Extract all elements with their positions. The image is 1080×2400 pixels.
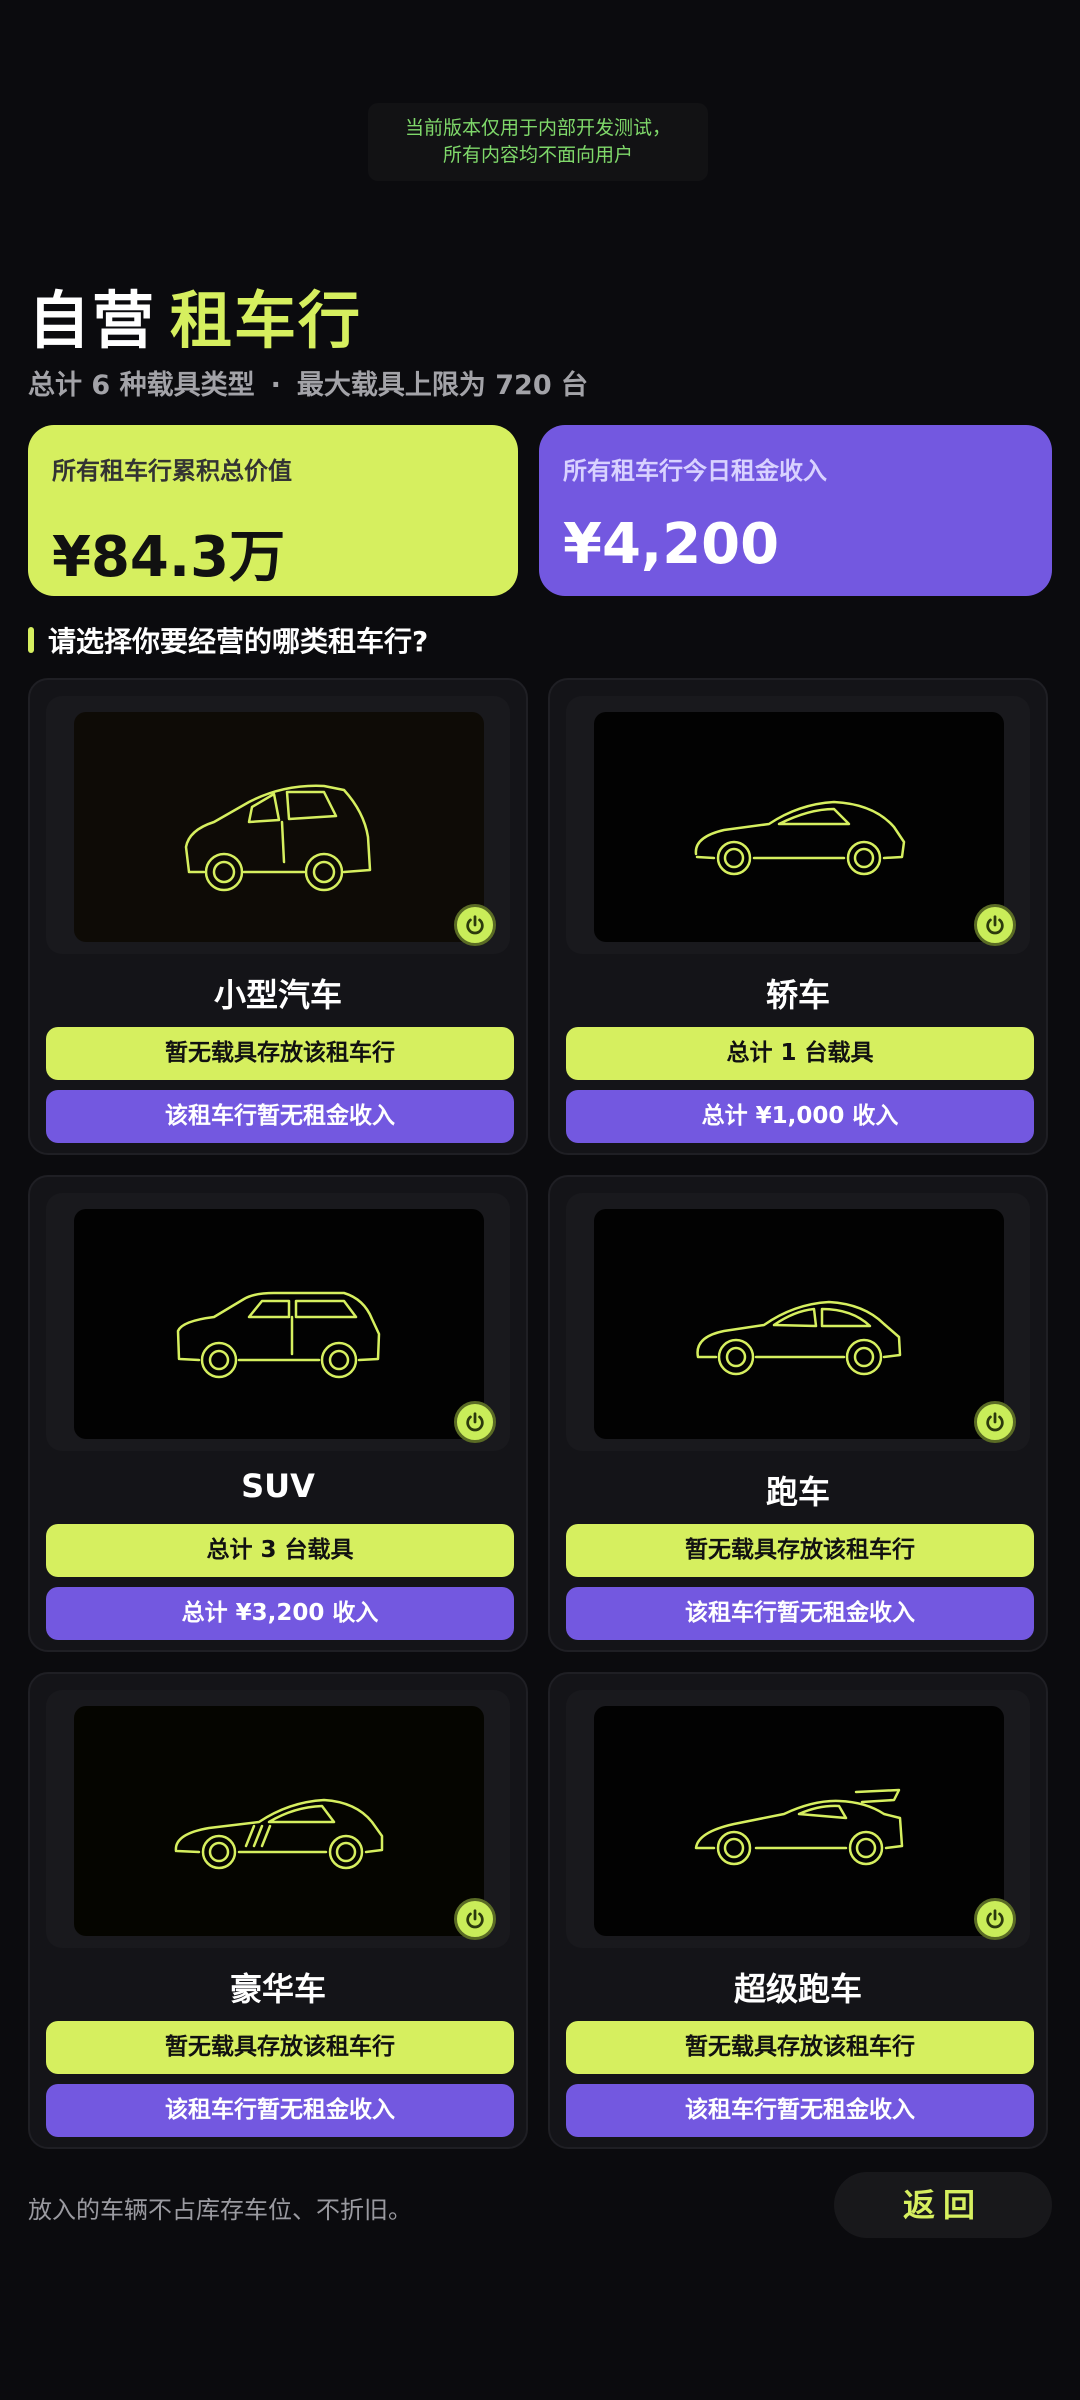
vehicle-count-button[interactable]: 总计 3 台载具 [46,1524,514,1577]
total-value: ¥84.3万 [52,525,286,590]
today-income-label: 所有租车行今日租金收入 [563,457,827,485]
rental-card-coupe[interactable]: 轿车 总计 1 台载具 总计 ¥1,000 收入 [548,678,1048,1155]
vehicle-count-button[interactable]: 暂无载具存放该租车行 [566,1524,1034,1577]
dev-notice-line1: 当前版本仅用于内部开发测试， [404,117,671,139]
page-title: 自营 租车行 [28,270,362,360]
card-image-frame [566,1690,1030,1948]
rental-card-compact[interactable]: 小型汽车 暂无载具存放该租车行 该租车行暂无租金收入 [28,678,528,1155]
vehicle-count-button[interactable]: 总计 1 台载具 [566,1027,1034,1080]
sedan-icon [696,1300,902,1376]
vehicle-limit: 最大载具上限为 720 台 [296,370,589,401]
supercar-icon [694,1788,904,1866]
vehicle-count-button[interactable]: 暂无载具存放该租车行 [46,1027,514,1080]
compact-car-icon [184,784,372,892]
income-button[interactable]: 总计 ¥1,000 收入 [566,1090,1034,1143]
luxury-car-icon [174,1798,384,1870]
card-image [594,712,1004,942]
card-image-frame [46,1193,510,1451]
power-toggle-button[interactable] [974,904,1016,946]
card-image-frame [566,1193,1030,1451]
today-income: ¥4,200 [563,512,780,577]
power-toggle-button[interactable] [974,1401,1016,1443]
today-income-card: 所有租车行今日租金收入 ¥4,200 [539,425,1052,596]
income-button[interactable]: 总计 ¥3,200 收入 [46,1587,514,1640]
page-subtitle: 总计 6 种载具类型 · 最大载具上限为 720 台 [28,363,588,402]
dev-notice-line2: 所有内容均不面向用户 [442,144,633,166]
back-button[interactable]: 返回 [834,2172,1052,2238]
total-value-label: 所有租车行累积总价值 [52,457,292,485]
subtitle-separator: · [270,370,281,401]
power-toggle-button[interactable] [454,904,496,946]
rental-card-suv[interactable]: SUV 总计 3 台载具 总计 ¥3,200 收入 [28,1175,528,1652]
rental-card-luxury[interactable]: 豪华车 暂无载具存放该租车行 该租车行暂无租金收入 [28,1672,528,2149]
card-title: 跑车 [765,1473,830,1511]
question-text: 请选择你要经营的哪类租车行? [48,625,429,658]
card-title: 豪华车 [229,1970,326,2008]
rental-card-supercar[interactable]: 超级跑车 暂无载具存放该租车行 该租车行暂无租金收入 [548,1672,1048,2149]
card-image [74,712,484,942]
card-image [74,1706,484,1936]
vehicle-type-count: 总计 6 种载具类型 [28,370,255,401]
section-question: 请选择你要经营的哪类租车行? [28,620,428,660]
card-image-frame [566,696,1030,954]
coupe-icon [694,800,906,876]
card-image-frame [46,1690,510,1948]
suv-icon [176,1291,381,1379]
dev-notice: 当前版本仅用于内部开发测试， 所有内容均不面向用户 [368,103,708,181]
vehicle-count-button[interactable]: 暂无载具存放该租车行 [46,2021,514,2074]
rental-card-sports[interactable]: 跑车 暂无载具存放该租车行 该租车行暂无租金收入 [548,1175,1048,1652]
card-title: 小型汽车 [213,976,342,1014]
income-button[interactable]: 该租车行暂无租金收入 [46,1090,514,1143]
power-toggle-button[interactable] [454,1401,496,1443]
card-image-frame [46,696,510,954]
question-marker [28,627,34,653]
page-title-main: 自营 [28,284,157,357]
power-icon [466,1412,484,1432]
card-image [594,1209,1004,1439]
page-title-accent: 租车行 [170,284,363,357]
card-title: 轿车 [765,976,830,1014]
card-title: 超级跑车 [733,1970,862,2008]
income-button[interactable]: 该租车行暂无租金收入 [566,1587,1034,1640]
total-value-card: 所有租车行累积总价值 ¥84.3万 [28,425,518,596]
power-icon [466,1909,484,1929]
card-title: SUV [241,1467,315,1505]
power-icon [986,915,1004,935]
card-image [594,1706,1004,1936]
card-image [74,1209,484,1439]
power-toggle-button[interactable] [454,1898,496,1940]
power-icon [986,1909,1004,1929]
income-button[interactable]: 该租车行暂无租金收入 [46,2084,514,2137]
footer-note: 放入的车辆不占库存车位、不折旧。 [28,2196,412,2224]
vehicle-count-button[interactable]: 暂无载具存放该租车行 [566,2021,1034,2074]
power-toggle-button[interactable] [974,1898,1016,1940]
power-icon [986,1412,1004,1432]
power-icon [466,915,484,935]
income-button[interactable]: 该租车行暂无租金收入 [566,2084,1034,2137]
